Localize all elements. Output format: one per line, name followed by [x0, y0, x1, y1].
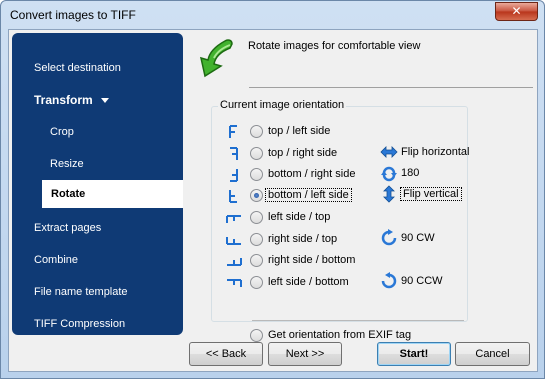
- close-icon: ✕: [511, 4, 522, 18]
- chevron-down-icon: [100, 98, 109, 104]
- radio-button-checked[interactable]: [250, 189, 263, 202]
- close-button[interactable]: ✕: [495, 2, 538, 21]
- sidebar-item-tiff-compression[interactable]: TIFF Compression: [12, 312, 183, 335]
- rotate-90-ccw-button[interactable]: 90 CCW: [380, 272, 470, 290]
- orientation-f-rotated-90-ccw-icon: [227, 279, 242, 287]
- orientation-f-mirrored-icon: [230, 147, 238, 160]
- action-label: Flip vertical: [400, 187, 462, 201]
- radio-label: left side / top: [268, 211, 331, 223]
- flip-horizontal-icon: [380, 146, 398, 158]
- radio-label: Get orientation from EXIF tag: [268, 329, 412, 341]
- orientation-option-top-left[interactable]: top / left side: [212, 122, 467, 142]
- radio-label: right side / bottom: [268, 254, 356, 266]
- orientation-f-rotated-90-cw-icon: [226, 237, 241, 245]
- sidebar-item-label: Transform: [34, 93, 93, 107]
- action-label: 180: [401, 167, 420, 179]
- sidebar-item-combine[interactable]: Combine: [12, 248, 183, 272]
- radio-button[interactable]: [250, 254, 263, 267]
- groupbox-title: Current image orientation: [218, 99, 347, 111]
- radio-label: top / left side: [268, 125, 331, 137]
- sidebar-item-select-destination[interactable]: Select destination: [12, 56, 183, 80]
- back-button[interactable]: << Back: [189, 342, 263, 366]
- radio-label: right side / top: [268, 233, 338, 245]
- orientation-f-rotated-180-icon: [230, 169, 238, 182]
- radio-button[interactable]: [250, 147, 263, 160]
- title-bar[interactable]: Convert images to TIFF ✕: [1, 1, 544, 29]
- sidebar-item-label: Rotate: [51, 188, 86, 200]
- sidebar-item-rotate[interactable]: Rotate: [42, 180, 183, 208]
- dialog-window: Convert images to TIFF ✕ Select destinat…: [0, 0, 545, 379]
- radio-button[interactable]: [250, 168, 263, 181]
- action-label: 90 CW: [401, 232, 435, 244]
- radio-label: top / right side: [268, 147, 338, 159]
- radio-button[interactable]: [250, 211, 263, 224]
- cancel-button[interactable]: Cancel: [455, 342, 530, 366]
- sidebar-item-label: Crop: [50, 126, 74, 138]
- page-title: Rotate images for comfortable view: [248, 40, 421, 52]
- sidebar-item-label: Extract pages: [34, 222, 102, 234]
- sidebar-item-label: Select destination: [34, 62, 121, 74]
- next-button[interactable]: Next >>: [268, 342, 342, 366]
- orientation-option-left-top[interactable]: left side / top: [212, 208, 467, 228]
- flip-vertical-icon: [383, 185, 395, 203]
- flip-vertical-button[interactable]: Flip vertical: [380, 185, 470, 203]
- action-label: 90 CCW: [401, 275, 443, 287]
- radio-button[interactable]: [250, 233, 263, 246]
- rotate-180-icon: [381, 166, 397, 182]
- sidebar-item-file-name-template[interactable]: File name template: [12, 280, 183, 304]
- rotate-180-button[interactable]: 180: [380, 164, 470, 182]
- sidebar-item-label: File name template: [34, 286, 128, 298]
- sidebar-item-extract-pages[interactable]: Extract pages: [12, 216, 183, 240]
- group-divider: [252, 320, 464, 321]
- action-label: Flip horizontal: [401, 146, 470, 158]
- radio-label: bottom / left side: [265, 188, 352, 202]
- start-button[interactable]: Start!: [377, 342, 451, 366]
- sidebar-item-label: Resize: [50, 158, 84, 170]
- radio-button[interactable]: [250, 125, 263, 138]
- rotate-arrow-icon: [199, 39, 233, 78]
- sidebar-item-transform[interactable]: Transform: [12, 88, 183, 112]
- radio-label: bottom / right side: [268, 168, 356, 180]
- rotate-ccw-icon: [381, 272, 397, 289]
- sidebar-item-label: Combine: [34, 254, 79, 266]
- orientation-f-transposed-icon: [226, 215, 241, 223]
- sidebar-item-crop[interactable]: Crop: [12, 120, 183, 144]
- header-divider: [249, 87, 533, 88]
- orientation-f-transverse-icon: [227, 258, 242, 266]
- sidebar-item-label: TIFF Compression: [34, 318, 126, 330]
- rotate-cw-icon: [381, 229, 397, 246]
- orientation-option-right-bottom[interactable]: right side / bottom: [212, 251, 467, 271]
- wizard-sidebar: Select destination Transform Crop Resize…: [12, 33, 183, 335]
- orientation-groupbox: Current image orientation top / left sid…: [211, 99, 470, 342]
- flip-horizontal-button[interactable]: Flip horizontal: [380, 143, 470, 161]
- dialog-client-area: Select destination Transform Crop Resize…: [8, 29, 538, 372]
- radio-button[interactable]: [250, 329, 263, 342]
- rotate-90-cw-button[interactable]: 90 CW: [380, 229, 470, 247]
- orientation-f-normal-icon: [229, 125, 237, 138]
- window-title: Convert images to TIFF: [10, 8, 136, 22]
- sidebar-item-resize[interactable]: Resize: [12, 152, 183, 176]
- radio-label: left side / bottom: [268, 276, 349, 288]
- orientation-f-flipped-vertical-icon: [229, 190, 237, 203]
- radio-button[interactable]: [250, 276, 263, 289]
